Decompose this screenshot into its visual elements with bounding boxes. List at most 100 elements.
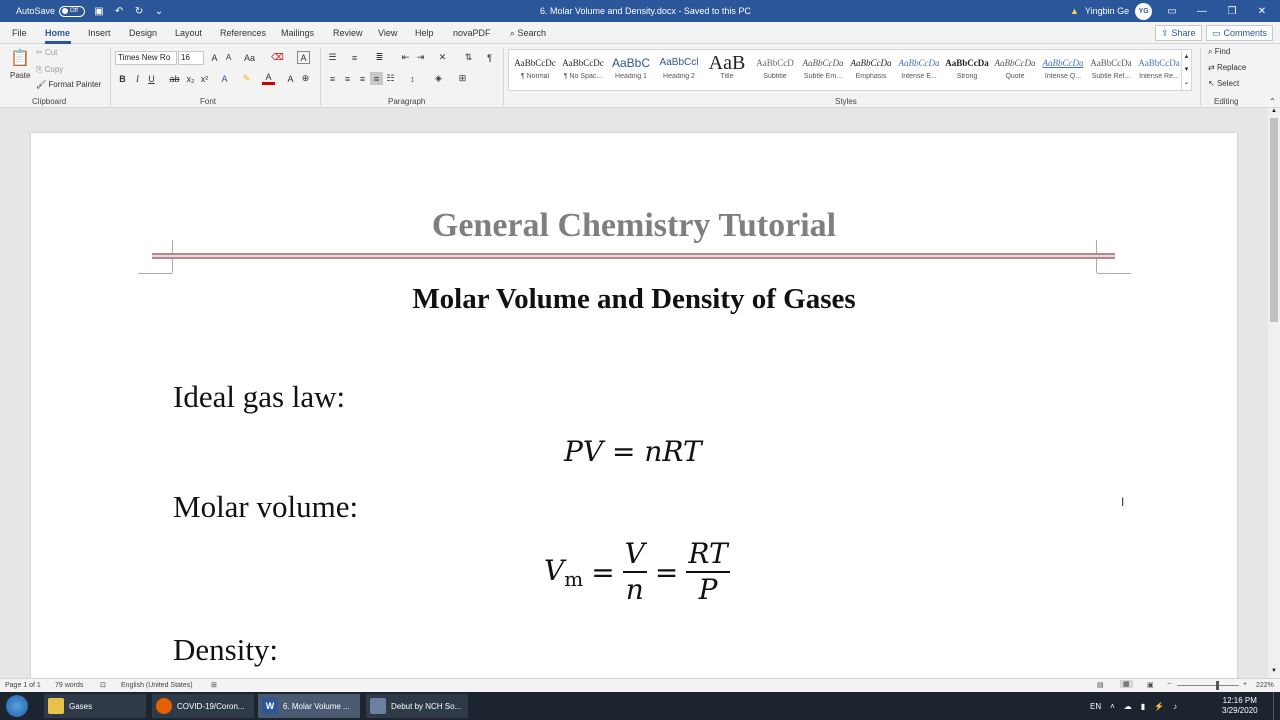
comments-button[interactable]: ▭ Comments [1206, 25, 1274, 41]
collapse-ribbon-icon[interactable]: ⌃ [1266, 95, 1279, 108]
subscript-icon[interactable]: x₂ [184, 72, 197, 85]
underline-icon[interactable]: U [145, 72, 158, 85]
customize-qat-icon[interactable]: ⌄ [153, 5, 165, 17]
justify-icon[interactable]: ≡ [370, 72, 383, 85]
tab-design[interactable]: Design [129, 28, 157, 38]
warning-icon[interactable]: ▲ [1070, 6, 1079, 16]
style-intense-reference[interactable]: AaBbCcDa Intense Re... [1135, 53, 1183, 89]
highlight-icon[interactable]: ✎ [240, 72, 253, 85]
scrollbar-thumb[interactable] [1270, 118, 1278, 322]
tab-home[interactable]: Home [45, 28, 70, 38]
font-name-select[interactable]: Times New Ro [115, 51, 177, 65]
style-heading-2[interactable]: AaBbCcl Heading 2 [655, 53, 703, 89]
user-name[interactable]: Yingbin Ge [1085, 6, 1129, 16]
paste-button[interactable]: Paste [10, 71, 30, 80]
proofing-icon[interactable]: ⊡ [100, 681, 106, 689]
header-title[interactable]: General Chemistry Tutorial [31, 207, 1237, 245]
minimize-icon[interactable]: — [1187, 6, 1217, 17]
avatar[interactable]: YG [1135, 2, 1153, 20]
cut-button[interactable]: ✂ Cut [36, 48, 57, 57]
asian-layout-icon[interactable]: ✕ [436, 51, 449, 64]
taskbar-item-firefox[interactable]: COVID-19/Coron... [152, 694, 254, 718]
tab-view[interactable]: View [378, 28, 397, 38]
start-button-icon[interactable] [6, 695, 28, 717]
borders-icon[interactable]: ⊞ [456, 72, 469, 85]
read-mode-icon[interactable]: ▤ [1097, 681, 1104, 689]
save-icon[interactable]: ▣ [93, 5, 105, 17]
align-left-icon[interactable]: ≡ [326, 72, 339, 85]
print-layout-icon[interactable]: ▦ [1120, 680, 1133, 688]
style-subtle-emphasis[interactable]: AaBbCcDa Subtle Em... [799, 53, 847, 89]
zoom-slider-handle[interactable] [1216, 681, 1219, 690]
tab-mailings[interactable]: Mailings [281, 28, 314, 38]
format-painter-button[interactable]: 🖌 Format Painter [36, 80, 101, 89]
superscript-icon[interactable]: x² [198, 72, 211, 85]
decrease-indent-icon[interactable]: ⇤ [399, 51, 412, 64]
close-icon[interactable]: ✕ [1247, 6, 1277, 17]
shrink-font-icon[interactable]: A [222, 51, 235, 64]
page[interactable]: General Chemistry Tutorial Molar Volume … [31, 133, 1237, 678]
scroll-up-icon[interactable]: ▲ [1268, 108, 1280, 118]
clock[interactable]: 12:16 PM 3/29/2020 [1222, 696, 1258, 716]
share-button[interactable]: ⇪ Share [1155, 25, 1202, 41]
zoom-level[interactable]: 222% [1256, 682, 1274, 689]
document-area[interactable]: General Chemistry Tutorial Molar Volume … [0, 108, 1268, 678]
style-heading-1[interactable]: AaBbC Heading 1 [607, 53, 655, 89]
bold-icon[interactable]: B [116, 72, 129, 85]
density-label[interactable]: Density: [173, 632, 278, 668]
page-count[interactable]: Page 1 of 1 [5, 682, 41, 689]
italic-icon[interactable]: I [131, 72, 144, 85]
increase-indent-icon[interactable]: ⇥ [414, 51, 427, 64]
paste-icon[interactable]: 📋 [10, 48, 30, 68]
gallery-scroll[interactable]: ▴ ▾ ⌄ [1181, 50, 1191, 90]
autosave-toggle[interactable]: Off [59, 5, 86, 17]
zoom-in-icon[interactable]: + [1243, 681, 1247, 688]
zoom-slider[interactable] [1177, 685, 1239, 686]
enclose-characters-icon[interactable]: ⊕ [299, 72, 312, 85]
font-color-icon[interactable]: A [262, 72, 275, 85]
taskbar-item-gases[interactable]: Gases [44, 694, 146, 718]
text-effects-icon[interactable]: A [218, 72, 231, 85]
undo-icon[interactable]: ↶ [113, 5, 125, 17]
tab-review[interactable]: Review [333, 28, 363, 38]
style-quote[interactable]: AaBbCcDa Quote [991, 53, 1039, 89]
style-title[interactable]: AaB Title [703, 53, 751, 89]
restore-icon[interactable]: ❐ [1217, 6, 1247, 17]
style-strong[interactable]: AaBbCcDa Strong [943, 53, 991, 89]
sort-icon[interactable]: ⇅ [462, 51, 475, 64]
scroll-down-icon[interactable]: ▼ [1268, 668, 1280, 678]
replace-button[interactable]: ⇄ Replace [1208, 63, 1246, 72]
input-language[interactable]: EN [1090, 702, 1101, 711]
align-right-icon[interactable]: ≡ [356, 72, 369, 85]
search-box[interactable]: ⌕ Search [510, 28, 546, 39]
volume-icon[interactable]: ♪ [1173, 702, 1177, 711]
select-button[interactable]: ↖ Select [1208, 79, 1239, 88]
show-desktop-button[interactable] [1273, 692, 1280, 720]
align-center-icon[interactable]: ≡ [341, 72, 354, 85]
character-border-icon[interactable]: A [297, 51, 310, 64]
style-normal[interactable]: AaBbCcDc ¶ Normal [511, 53, 559, 89]
tab-insert[interactable]: Insert [88, 28, 111, 38]
taskbar-item-debut[interactable]: Debut by NCH So... [366, 694, 468, 718]
strikethrough-icon[interactable]: ab [168, 72, 181, 85]
web-layout-icon[interactable]: ▣ [1147, 681, 1154, 689]
copy-button[interactable]: ⎘ Copy [36, 65, 63, 75]
redo-icon[interactable]: ↻ [133, 5, 145, 17]
zoom-out-icon[interactable]: − [1167, 681, 1171, 688]
show-formatting-icon[interactable]: ¶ [483, 51, 496, 64]
ideal-gas-equation[interactable]: PV = nRT [564, 435, 702, 468]
word-count[interactable]: 79 words [55, 682, 83, 689]
tab-file[interactable]: File [12, 28, 27, 38]
shading-fill-icon[interactable]: ◈ [432, 72, 445, 85]
bullets-icon[interactable]: ☰ [326, 51, 339, 64]
cloud-icon[interactable]: ☁ [1124, 702, 1132, 711]
multilevel-list-icon[interactable]: ≣ [373, 51, 386, 64]
tab-references[interactable]: References [220, 28, 266, 38]
font-size-select[interactable]: 16 [178, 51, 204, 65]
style-subtle-reference[interactable]: AaBbCcDa Subtle Ref... [1087, 53, 1135, 89]
style-no-spacing[interactable]: AaBbCcDc ¶ No Spac... [559, 53, 607, 89]
power-icon[interactable]: ⚡ [1154, 702, 1164, 711]
taskbar-item-word[interactable]: W 6. Molar Volume ... [258, 694, 360, 718]
tab-novapdf[interactable]: novaPDF [453, 28, 491, 38]
network-icon[interactable]: ▮ [1141, 702, 1145, 711]
